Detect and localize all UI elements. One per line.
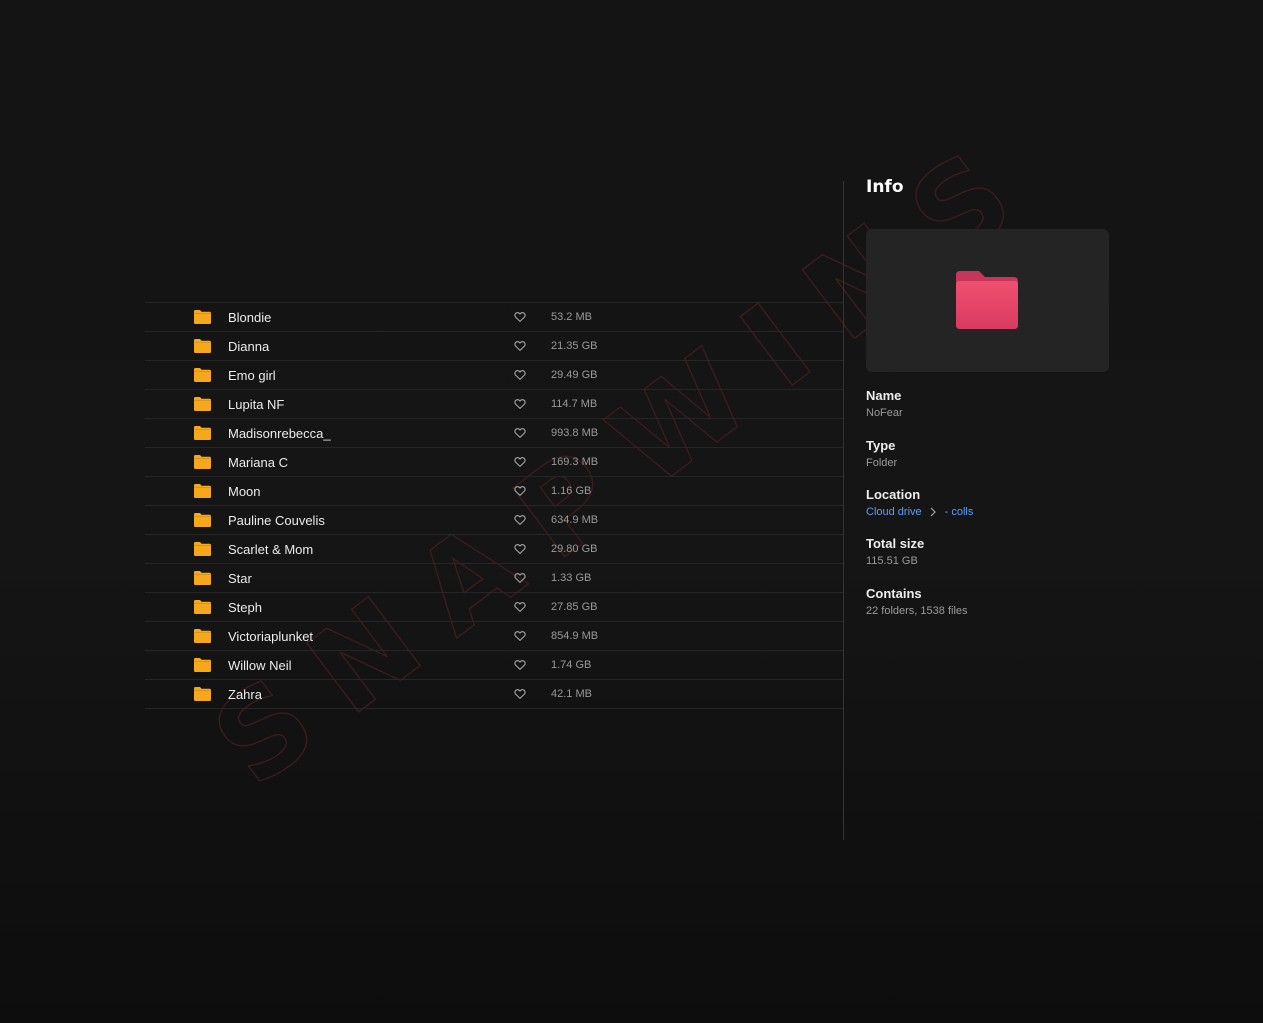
heart-icon[interactable] [514, 659, 526, 671]
name-label: Name [866, 388, 902, 403]
file-size: 21.35 GB [551, 340, 598, 352]
folder-icon [194, 542, 211, 556]
file-size: 1.74 GB [551, 659, 592, 671]
file-size: 1.16 GB [551, 485, 592, 497]
location-breadcrumb: Cloud drive - colls [866, 504, 1109, 520]
heart-icon[interactable] [514, 572, 526, 584]
file-size: 27.85 GB [551, 601, 598, 613]
folder-icon [194, 455, 211, 469]
contains-label: Contains [866, 586, 922, 601]
folder-icon [194, 339, 211, 353]
file-row[interactable]: Steph 27.85 GB [145, 593, 843, 622]
info-panel: Info Name NoFear Type Folder Location Cl… [866, 176, 1109, 617]
file-row[interactable]: Madisonrebecca_ 993.8 MB [145, 419, 843, 448]
location-link-colls[interactable]: - colls [945, 504, 974, 520]
folder-icon [194, 600, 211, 614]
file-name: Willow Neil [228, 658, 292, 673]
file-name: Steph [228, 600, 262, 615]
panel-divider [843, 181, 844, 840]
file-name: Moon [228, 484, 261, 499]
file-name: Dianna [228, 339, 270, 354]
folder-icon [194, 571, 211, 585]
folder-icon [194, 426, 211, 440]
heart-icon[interactable] [514, 456, 526, 468]
folder-icon [194, 368, 211, 382]
file-row[interactable]: Dianna 21.35 GB [145, 332, 843, 361]
info-location-field: Location Cloud drive - colls [866, 487, 1109, 520]
file-name: Lupita NF [228, 397, 285, 412]
folder-icon [194, 513, 211, 527]
location-link-cloud-drive[interactable]: Cloud drive [866, 504, 922, 520]
heart-icon[interactable] [514, 688, 526, 700]
folder-icon [194, 484, 211, 498]
file-size: 993.8 MB [551, 427, 599, 439]
file-size: 114.7 MB [551, 398, 598, 410]
heart-icon[interactable] [514, 543, 526, 555]
file-name: Mariana C [228, 455, 288, 470]
heart-icon[interactable] [514, 427, 526, 439]
file-row[interactable]: Star 1.33 GB [145, 564, 843, 593]
chevron-right-icon [930, 507, 936, 517]
heart-icon[interactable] [514, 311, 526, 323]
file-row[interactable]: Lupita NF 114.7 MB [145, 390, 843, 419]
type-value: Folder [866, 457, 898, 469]
info-name-field: Name NoFear [866, 388, 1109, 421]
folder-icon [194, 629, 211, 643]
file-row[interactable]: Moon 1.16 GB [145, 477, 843, 506]
file-name: Blondie [228, 310, 272, 325]
contains-value: 22 folders, 1538 files [866, 605, 968, 617]
info-contains-field: Contains 22 folders, 1538 files [866, 586, 1109, 619]
file-size: 854.9 MB [551, 630, 599, 642]
folder-icon [194, 687, 211, 701]
heart-icon[interactable] [514, 369, 526, 381]
heart-icon[interactable] [514, 514, 526, 526]
type-label: Type [866, 438, 896, 453]
folder-icon [194, 310, 211, 324]
heart-icon[interactable] [514, 398, 526, 410]
file-row[interactable]: Pauline Couvelis 634.9 MB [145, 506, 843, 535]
file-size: 169.3 MB [551, 456, 599, 468]
preview-card [866, 229, 1109, 372]
info-total-size-field: Total size 115.51 GB [866, 536, 1109, 569]
file-name: Emo girl [228, 368, 276, 383]
file-name: Scarlet & Mom [228, 542, 314, 557]
folder-icon [956, 271, 1018, 329]
location-label: Location [866, 487, 921, 502]
file-size: 634.9 MB [551, 514, 599, 526]
file-row[interactable]: Victoriaplunket 854.9 MB [145, 622, 843, 651]
file-row[interactable]: Blondie 53.2 MB [145, 303, 843, 332]
file-name: Victoriaplunket [228, 629, 314, 644]
file-size: 29.49 GB [551, 369, 598, 381]
total-size-value: 115.51 GB [866, 555, 918, 567]
file-row[interactable]: Mariana C 169.3 MB [145, 448, 843, 477]
file-name: Madisonrebecca_ [228, 426, 331, 441]
name-value: NoFear [866, 407, 903, 419]
file-size: 29.80 GB [551, 543, 598, 555]
file-size: 1.33 GB [551, 572, 592, 584]
folder-icon [194, 658, 211, 672]
file-size: 42.1 MB [551, 688, 592, 700]
file-row[interactable]: Willow Neil 1.74 GB [145, 651, 843, 680]
total-size-label: Total size [866, 536, 925, 551]
file-name: Zahra [228, 687, 262, 702]
file-row[interactable]: Scarlet & Mom 29.80 GB [145, 535, 843, 564]
heart-icon[interactable] [514, 630, 526, 642]
file-row[interactable]: Zahra 42.1 MB [145, 680, 843, 709]
info-type-field: Type Folder [866, 438, 1109, 471]
folder-icon [194, 397, 211, 411]
file-name: Pauline Couvelis [228, 513, 325, 528]
file-name: Star [228, 571, 252, 586]
file-size: 53.2 MB [551, 311, 592, 323]
file-list: Blondie 53.2 MB Dianna 21.35 GB Emo girl… [145, 302, 843, 709]
heart-icon[interactable] [514, 485, 526, 497]
info-title: Info [866, 177, 904, 197]
heart-icon[interactable] [514, 601, 526, 613]
heart-icon[interactable] [514, 340, 526, 352]
file-row[interactable]: Emo girl 29.49 GB [145, 361, 843, 390]
